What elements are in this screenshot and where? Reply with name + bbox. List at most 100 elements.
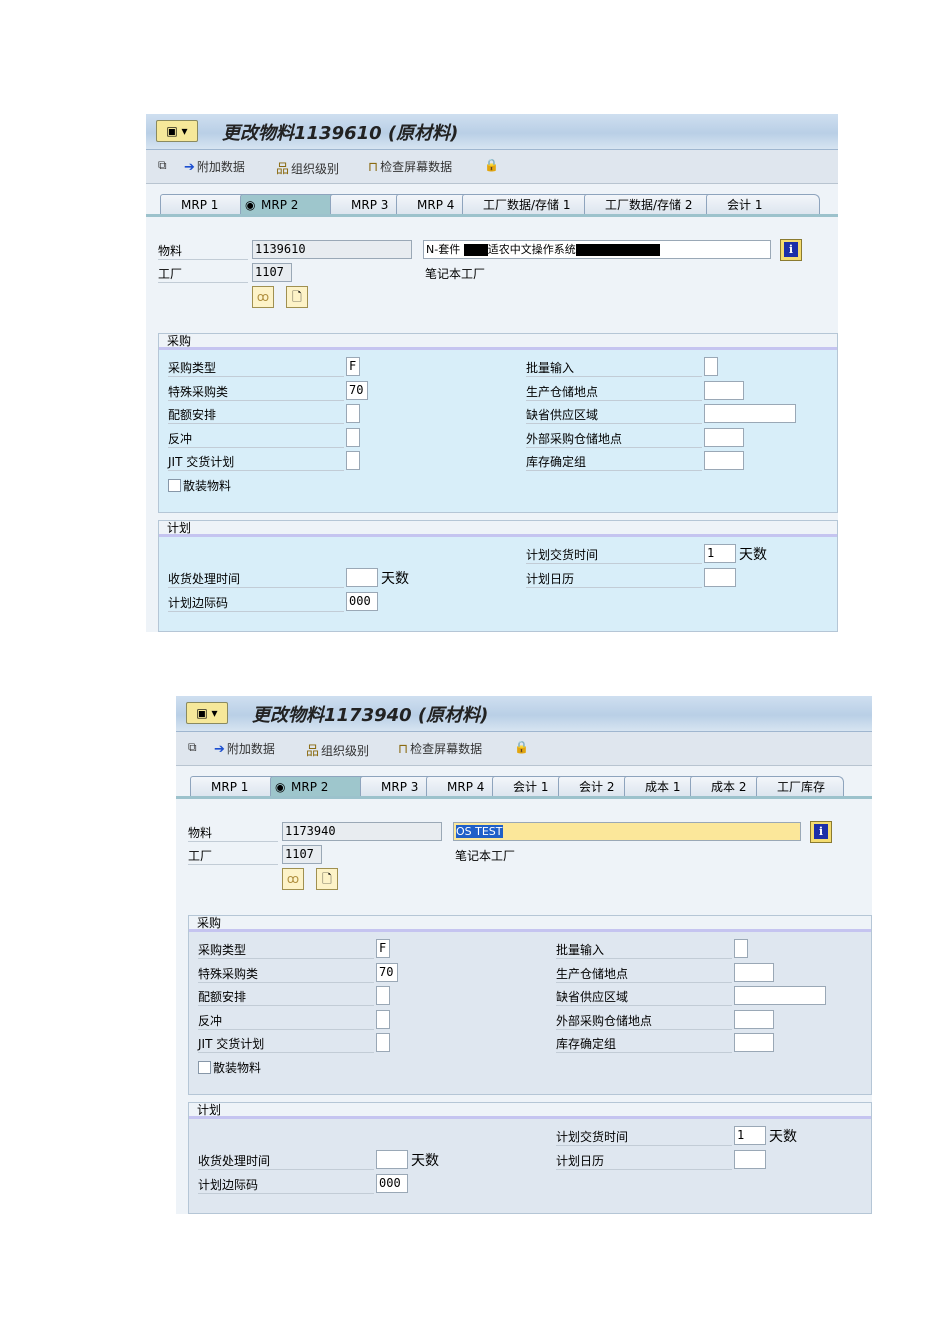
tab-status-icon: ◉ [275, 780, 286, 794]
plant-field[interactable]: 1107 [282, 845, 322, 864]
tab-工厂库存[interactable]: 工厂库存 [756, 776, 844, 797]
org-levels-button[interactable]: 品组织级别 [276, 158, 339, 177]
gr-time-label: 收货处理时间 [198, 1152, 374, 1170]
planning-calendar-label: 计划日历 [526, 570, 702, 588]
bulk-material-checkbox[interactable] [168, 479, 181, 492]
supply-area-field[interactable] [734, 986, 826, 1005]
plant-name: 笔记本工厂 [455, 849, 516, 863]
gr-time-label: 收货处理时间 [168, 570, 344, 588]
planning-calendar-label: 计划日历 [556, 1152, 732, 1170]
tab-mrp-3[interactable]: MRP 3 [330, 194, 404, 215]
procurement-type-field[interactable]: F [346, 357, 360, 376]
stock-determination-field[interactable] [734, 1033, 774, 1052]
info-button[interactable]: i [780, 239, 802, 261]
hierarchy-icon: 品 [276, 162, 290, 177]
tab-会计-2[interactable]: 会计 2 [558, 776, 632, 797]
material-label: 物料 [158, 242, 248, 260]
glasses-icon[interactable]: ꝏ [252, 286, 274, 308]
gr-time-field[interactable] [376, 1150, 408, 1169]
tab-mrp-4[interactable]: MRP 4 [426, 776, 500, 797]
bulk-material-checkbox[interactable] [198, 1061, 211, 1074]
special-procurement-label: 特殊采购类 [198, 965, 374, 983]
special-procurement-field[interactable]: 70 [346, 381, 368, 400]
plant-label: 工厂 [158, 265, 248, 283]
backflush-field[interactable] [376, 1010, 390, 1029]
special-procurement-field[interactable]: 70 [376, 963, 398, 982]
document-icon[interactable]: 🗋 [286, 286, 308, 308]
planning-calendar-field[interactable] [734, 1150, 766, 1169]
planned-delivery-field[interactable]: 1 [734, 1126, 766, 1145]
material-field[interactable]: 1139610 [252, 240, 412, 259]
jit-label: JIT 交货计划 [198, 1035, 374, 1053]
info-icon: i [784, 242, 798, 257]
planned-delivery-label: 计划交货时间 [526, 546, 702, 564]
batch-entry-field[interactable] [704, 357, 718, 376]
title-bar: ▣ ▾ 更改物料1173940 (原材料) [176, 696, 872, 732]
application-toolbar: ⧉ ➔ 附加数据 品组织级别 ⊓ 检查屏幕数据 🔒 [176, 732, 872, 766]
tab-mrp-2[interactable]: ◉ MRP 2 [270, 776, 368, 797]
info-button[interactable]: i [810, 821, 832, 843]
material-description-field[interactable]: OS TEST [453, 822, 801, 841]
tab-strip: MRP 1 ◉ MRP 2 MRP 3 MRP 4 会计 1 会计 2 成本 1 成本 2 工厂库… [190, 776, 872, 797]
hierarchy-icon: 品 [306, 744, 320, 759]
purchasing-title: 采购 [189, 916, 871, 932]
other-material-icon[interactable]: ⧉ [158, 158, 167, 173]
tab-divider [176, 796, 872, 799]
tab-mrp-1[interactable]: MRP 1 [160, 194, 248, 215]
production-sloc-field[interactable] [734, 963, 774, 982]
menu-icon[interactable]: ▣ ▾ [156, 120, 198, 142]
tab-成本-2[interactable]: 成本 2 [690, 776, 764, 797]
safety-margin-key-field[interactable]: 000 [346, 592, 378, 611]
supply-area-field[interactable] [704, 404, 796, 423]
tab-会计-1[interactable]: 会计 1 [706, 194, 820, 215]
backflush-field[interactable] [346, 428, 360, 447]
application-toolbar: ⧉ ➔ 附加数据 品组织级别 ⊓ 检查屏幕数据 🔒 [146, 150, 838, 184]
additional-data-button[interactable]: ➔ 附加数据 [184, 158, 245, 175]
backflush-label: 反冲 [168, 430, 344, 448]
safety-margin-key-field[interactable]: 000 [376, 1174, 408, 1193]
lock-icon[interactable]: 🔒 [484, 158, 499, 172]
planned-delivery-label: 计划交货时间 [556, 1128, 732, 1146]
plant-field[interactable]: 1107 [252, 263, 292, 282]
glasses-icon[interactable]: ꝏ [282, 868, 304, 890]
gr-time-field[interactable] [346, 568, 378, 587]
redacted-text [575, 244, 660, 256]
production-sloc-field[interactable] [704, 381, 744, 400]
redacted-text [463, 244, 488, 256]
tab-mrp-2[interactable]: ◉ MRP 2 [240, 194, 338, 215]
external-sloc-field[interactable] [734, 1010, 774, 1029]
batch-entry-field[interactable] [734, 939, 748, 958]
lock-icon[interactable]: 🔒 [514, 740, 529, 754]
tab-工厂数据/存储-1[interactable]: 工厂数据/存储 1 [462, 194, 592, 215]
material-description-field[interactable]: N-套件 适农中文操作系统 [423, 240, 771, 259]
tab-divider [146, 214, 838, 217]
check-screen-data-button[interactable]: ⊓ 检查屏幕数据 [368, 158, 452, 175]
planning-calendar-field[interactable] [704, 568, 736, 587]
tab-会计-1[interactable]: 会计 1 [492, 776, 566, 797]
additional-data-button[interactable]: ➔ 附加数据 [214, 740, 275, 757]
quota-field[interactable] [376, 986, 390, 1005]
tab-mrp-4[interactable]: MRP 4 [396, 194, 470, 215]
check-screen-data-button[interactable]: ⊓ 检查屏幕数据 [398, 740, 482, 757]
tab-mrp-1[interactable]: MRP 1 [190, 776, 278, 797]
jit-field[interactable] [376, 1033, 390, 1052]
tab-成本-1[interactable]: 成本 1 [624, 776, 698, 797]
tab-mrp-3[interactable]: MRP 3 [360, 776, 434, 797]
material-field[interactable]: 1173940 [282, 822, 442, 841]
org-levels-button[interactable]: 品组织级别 [306, 740, 369, 759]
batch-entry-label: 批量输入 [556, 941, 732, 959]
gr-days-unit: 天数 [381, 571, 409, 587]
sap-window-1: ▣ ▾ 更改物料1139610 (原材料) ⧉ ➔ 附加数据 品组织级别 ⊓ 检查屏… [146, 114, 838, 632]
quota-field[interactable] [346, 404, 360, 423]
menu-icon[interactable]: ▣ ▾ [186, 702, 228, 724]
window-title: 更改物料1173940 (原材料) [252, 705, 489, 726]
planned-delivery-field[interactable]: 1 [704, 544, 736, 563]
procurement-type-field[interactable]: F [376, 939, 390, 958]
title-bar: ▣ ▾ 更改物料1139610 (原材料) [146, 114, 838, 150]
other-material-icon[interactable]: ⧉ [188, 740, 197, 755]
tab-工厂数据/存储-2[interactable]: 工厂数据/存储 2 [584, 194, 714, 215]
jit-field[interactable] [346, 451, 360, 470]
document-icon[interactable]: 🗋 [316, 868, 338, 890]
stock-determination-field[interactable] [704, 451, 744, 470]
external-sloc-field[interactable] [704, 428, 744, 447]
